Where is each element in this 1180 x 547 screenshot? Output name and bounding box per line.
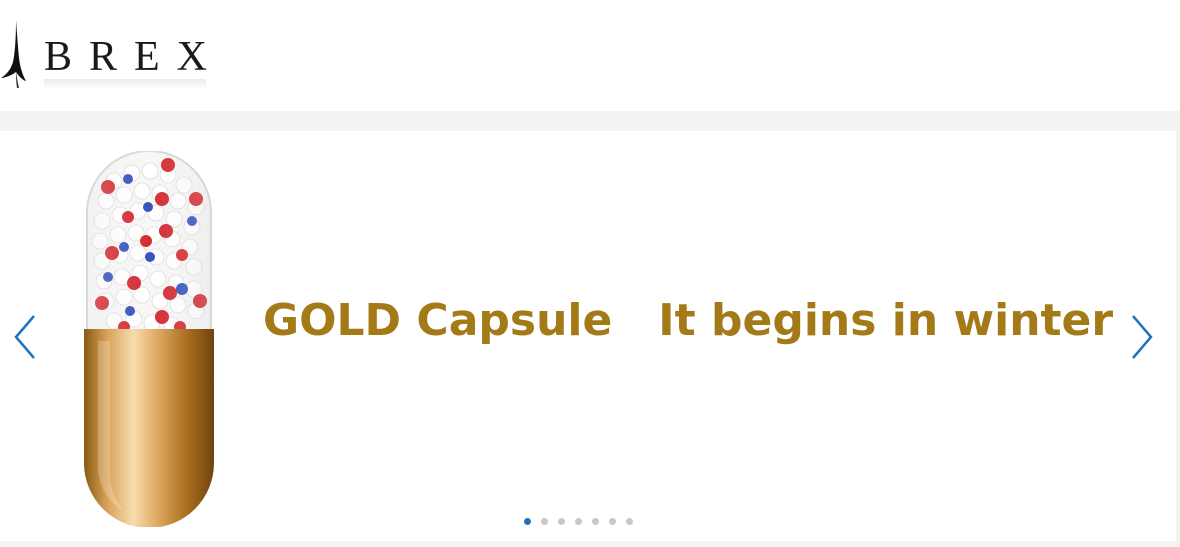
slide-dot-3[interactable] (558, 518, 565, 525)
next-slide-button[interactable] (1127, 312, 1157, 362)
chevron-left-icon (14, 315, 35, 359)
site-header: BREX (0, 0, 1180, 111)
hero-slider: GOLD Capsule It begins in winter (0, 131, 1176, 541)
slide-headline: GOLD Capsule It begins in winter (263, 295, 1114, 346)
chevron-right-icon (1132, 315, 1153, 359)
brex-logo-mark-icon (1, 20, 26, 88)
slide-dot-7[interactable] (626, 518, 633, 525)
gold-capsule-image (84, 151, 214, 527)
slide-dot-2[interactable] (541, 518, 548, 525)
slide-dot-4[interactable] (575, 518, 582, 525)
logo-wordmark: BREX (44, 34, 225, 89)
previous-slide-button[interactable] (10, 312, 40, 362)
slide-dot-5[interactable] (592, 518, 599, 525)
slide-dot-1[interactable] (524, 518, 531, 525)
slide-dot-6[interactable] (609, 518, 616, 525)
brex-logo[interactable]: BREX (0, 18, 225, 89)
slide-pagination (524, 518, 633, 525)
